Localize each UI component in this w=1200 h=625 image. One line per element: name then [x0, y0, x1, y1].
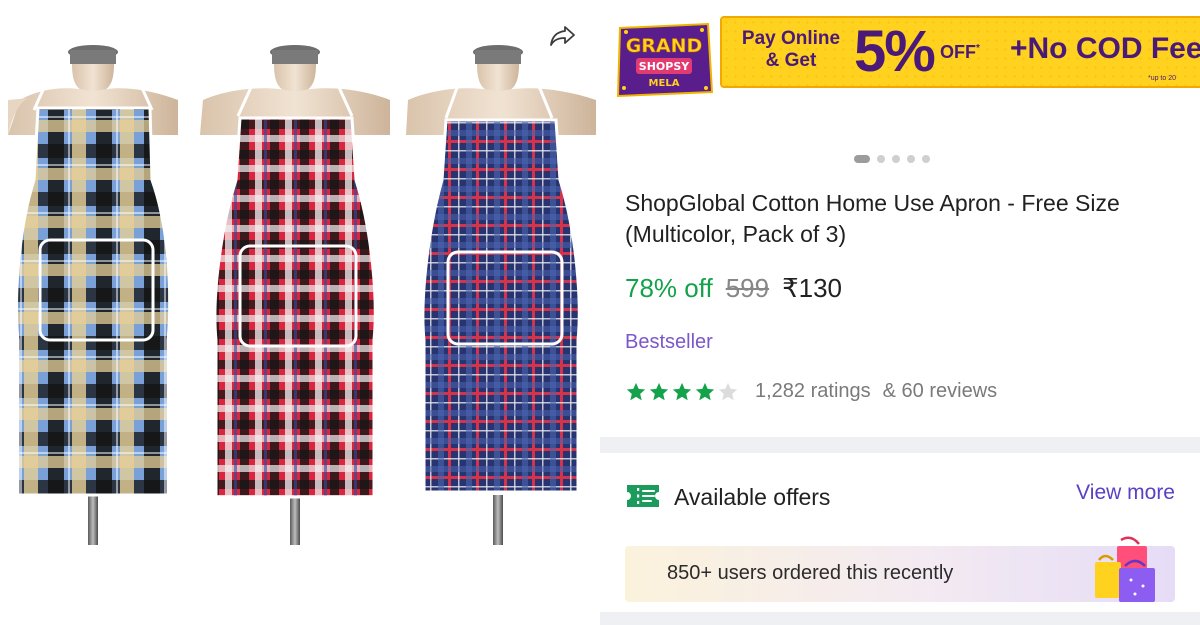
promo-percent: 5% [854, 19, 936, 84]
apron-blue-plaid [8, 45, 178, 545]
carousel-dot[interactable] [922, 155, 930, 163]
carousel-dot[interactable] [907, 155, 915, 163]
product-title: ShopGlobal Cotton Home Use Apron - Free … [625, 190, 1120, 247]
original-price: 599 [725, 273, 770, 303]
carousel-dot[interactable] [892, 155, 900, 163]
star-rating [625, 381, 739, 403]
share-button[interactable] [543, 18, 583, 54]
available-offers-row[interactable]: Available offers View more [625, 478, 1185, 518]
carousel-dot[interactable] [877, 155, 885, 163]
apron-red-plaid [200, 45, 390, 545]
product-image-gallery[interactable] [0, 0, 600, 625]
grand-shopsy-mela-logo: GRAND SHOPSY MELA [616, 22, 714, 98]
promo-footnote: *up to 20 [1147, 75, 1176, 82]
svg-text:MELA: MELA [649, 78, 680, 89]
view-more-link[interactable]: View more [1076, 481, 1175, 505]
section-divider-bottom [600, 612, 1200, 625]
reviews-count: & 60 reviews [882, 380, 998, 402]
star-icon [626, 382, 646, 400]
recent-orders-banner: 850+ users ordered this recently [625, 536, 1175, 602]
promo-off-text: OFF* [940, 42, 980, 62]
carousel-dot[interactable] [854, 155, 870, 163]
discount-percent: 78% off [625, 273, 713, 303]
rating-row[interactable]: 1,282 ratings & 60 reviews [625, 380, 997, 403]
available-offers-label: Available offers [674, 484, 831, 510]
promo-cod-text: +No COD Fee [1010, 32, 1200, 65]
star-icon [672, 382, 692, 400]
promo-offer-strip: Pay Online & Get 5% OFF* +No COD Fee *up… [720, 16, 1200, 88]
share-icon [550, 26, 575, 46]
bestseller-badge: Bestseller [625, 331, 713, 353]
product-image [8, 45, 596, 545]
section-divider [600, 437, 1200, 453]
selling-price: ₹130 [782, 273, 843, 303]
star-icon [695, 382, 715, 400]
offer-ticket-icon [627, 485, 659, 507]
svg-text:SHOPSY: SHOPSY [639, 60, 690, 73]
star-icon [718, 382, 738, 400]
star-icon [649, 382, 669, 400]
recent-orders-text: 850+ users ordered this recently [667, 562, 954, 584]
shopping-bags-icon [1095, 536, 1155, 602]
ratings-count: 1,282 ratings [755, 380, 871, 402]
promo-banner[interactable]: GRAND SHOPSY MELA Pay Online & Get 5% OF… [608, 12, 1200, 98]
svg-text:GRAND: GRAND [626, 35, 703, 57]
apron-navy-plaid [406, 45, 596, 545]
promo-pay-online-text: Pay Online & Get [741, 28, 841, 71]
image-carousel-indicator[interactable] [854, 155, 930, 163]
price-row: 78% off 599 ₹130 [625, 273, 842, 304]
product-details: GRAND SHOPSY MELA Pay Online & Get 5% OF… [600, 0, 1200, 625]
